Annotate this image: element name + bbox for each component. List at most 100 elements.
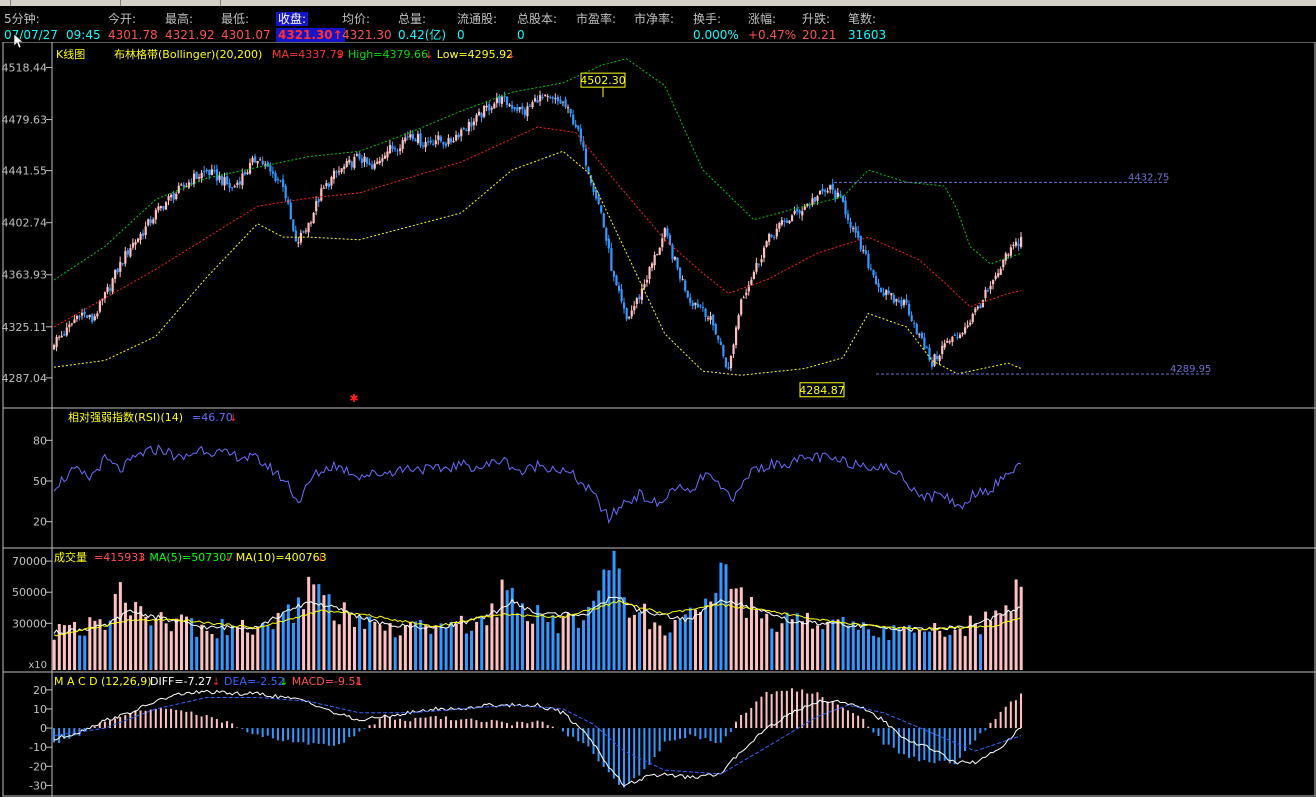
volume-bar (719, 562, 723, 670)
volume-bar (851, 621, 855, 670)
volume-bar (78, 635, 82, 670)
bollinger-low-line (53, 150, 1022, 376)
volume-bar (368, 616, 372, 670)
candle-body (274, 173, 277, 181)
volume-bar (317, 584, 321, 670)
macd-params: (12,26,9) (101, 675, 152, 688)
volume-bar (739, 587, 743, 670)
candle-body (439, 136, 442, 142)
candle-body (455, 134, 458, 141)
candle-body (490, 108, 493, 110)
volume-bar (994, 610, 998, 670)
candle-body (241, 173, 244, 186)
volume-bar (271, 629, 275, 670)
volume-bar (164, 623, 168, 670)
candle-body (93, 316, 96, 321)
candle-body (444, 143, 448, 146)
volume-bar (602, 569, 606, 670)
volume-bar (699, 611, 703, 670)
candle-body (254, 156, 257, 163)
candle-body (103, 292, 107, 299)
volume-bar (917, 629, 921, 670)
volume-bar (546, 622, 550, 670)
macd-dea-line (53, 697, 1022, 775)
volume-bar (877, 637, 881, 670)
candle-body (920, 332, 923, 339)
candle-body (801, 211, 804, 216)
candle-body (228, 183, 231, 188)
candle-body (279, 180, 282, 182)
volume-bar (398, 635, 402, 670)
volume-bar (831, 619, 835, 670)
candle-body (768, 233, 771, 242)
volume-bar (358, 616, 362, 670)
candle-body (393, 148, 397, 150)
candle-body (844, 200, 847, 215)
candle-body (424, 142, 427, 148)
signal-star-icon: ✱ (349, 392, 358, 405)
quote-value-6: 0.42(亿) (398, 28, 447, 42)
volume-bar (205, 630, 209, 670)
vol-legend-2: MA(10)=400763 (236, 551, 327, 564)
candle-body (824, 190, 827, 192)
k-indicator-name: 布林格带(Bollinger)(20,200) (114, 47, 262, 61)
candle-body (651, 263, 654, 268)
candle-body (409, 134, 412, 138)
candle-body (208, 169, 211, 176)
candle-body (572, 114, 575, 125)
candle-body (236, 182, 239, 185)
candle-body (790, 215, 794, 222)
chart-area[interactable]: 4518.44 4479.63 4441.55 4402.74 4363.93 4325.… (0, 42, 1316, 797)
candle-body (210, 169, 213, 176)
candle-body (999, 268, 1002, 275)
candle-body (821, 188, 824, 192)
candle-body (508, 104, 511, 107)
macd-legend-arrow-1: ↓ (280, 677, 288, 688)
volume-bar (414, 621, 418, 670)
candle-body (770, 235, 773, 237)
candle-body (330, 176, 333, 186)
candle-body (533, 98, 537, 102)
candle-body (91, 314, 94, 322)
volume-bar (536, 605, 540, 670)
quote-label-11: 换手: (693, 12, 722, 26)
candle-body (966, 325, 969, 328)
candle-body (989, 285, 992, 290)
candle-body (701, 307, 705, 309)
candle-body (198, 177, 201, 179)
annotation-low-label: 4284.87 (799, 384, 845, 397)
vol-y-tick-label: 50000 (12, 586, 47, 599)
quote-label-1: 今开: (108, 12, 137, 26)
candle-body (404, 137, 407, 142)
candle-body (796, 208, 799, 212)
volume-bar (943, 636, 947, 670)
candle-body (470, 122, 473, 127)
volume-bar (149, 625, 153, 670)
candle-body (58, 336, 61, 338)
candle-body (556, 96, 560, 102)
candle-body (391, 145, 394, 149)
candle-body (261, 160, 264, 165)
volume-bar (953, 629, 957, 670)
volume-bar (678, 619, 682, 670)
candle-body (467, 121, 470, 132)
candle-body (276, 179, 280, 181)
candle-body (602, 213, 605, 228)
rsi-legend-value: =46.70 (192, 411, 233, 424)
candle-body (930, 361, 934, 367)
candle-body (714, 324, 717, 335)
candle-body (610, 248, 613, 271)
candle-body (154, 209, 157, 220)
quote-value-12: +0.47% (748, 28, 797, 42)
candle-body (541, 96, 544, 98)
candle-body (152, 219, 155, 224)
candle-body (755, 262, 758, 272)
volume-bar (307, 576, 311, 670)
quote-label-13: 升跌: (802, 12, 831, 26)
candle-body (992, 280, 995, 285)
candle-body (559, 99, 562, 104)
candle-body (416, 133, 420, 144)
k-panel-title: K线图 (56, 47, 85, 61)
candle-body (315, 201, 318, 212)
volume-bar (973, 624, 977, 670)
